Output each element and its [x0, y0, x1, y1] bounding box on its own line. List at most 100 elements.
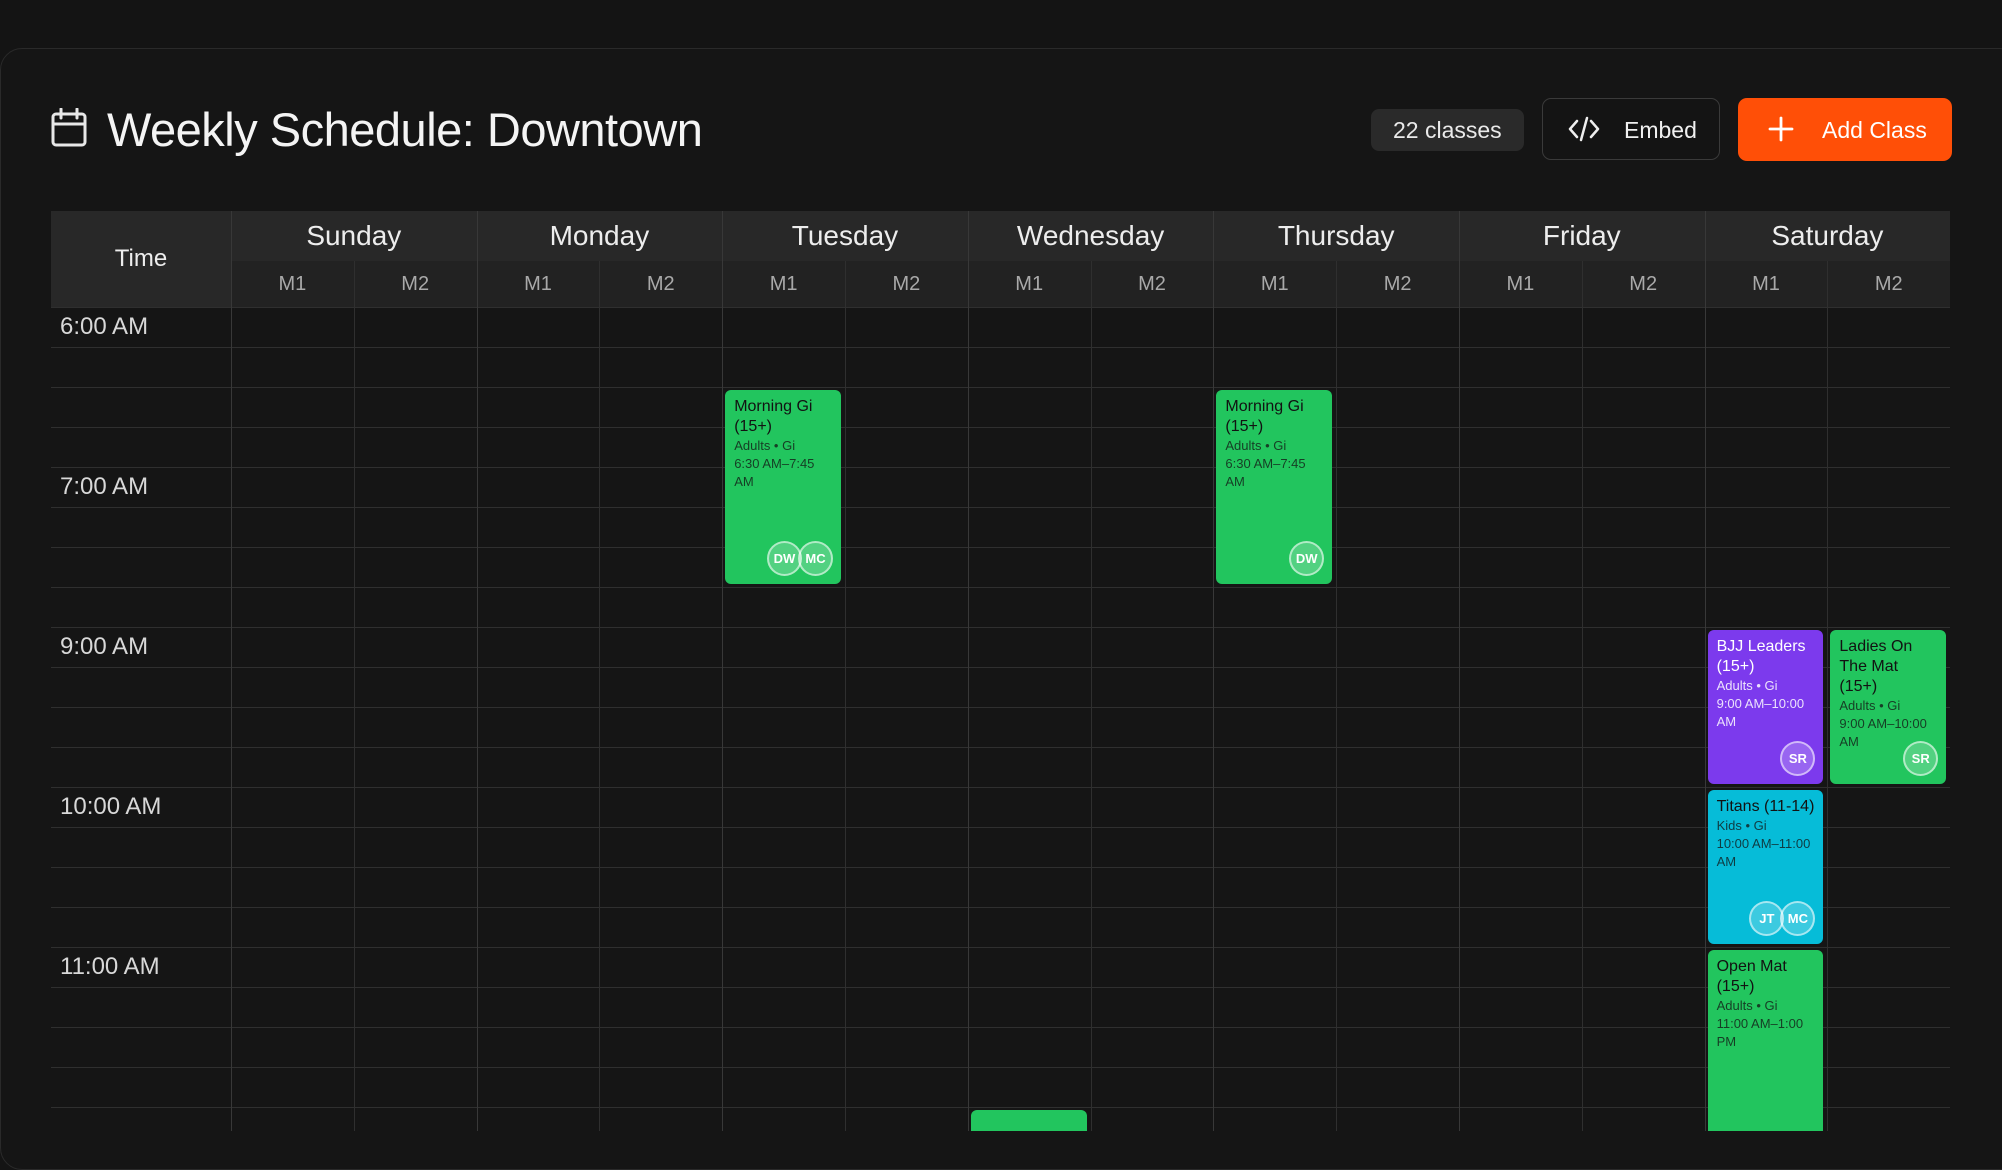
grid-col-line [231, 211, 232, 1131]
grid-row-line [51, 547, 1950, 548]
mat-header: M2 [1336, 261, 1459, 307]
grid-col-line [1213, 211, 1214, 1131]
add-class-button-label: Add Class [1822, 117, 1927, 143]
embed-button[interactable]: Embed [1542, 98, 1720, 160]
class-meta: Kids • Gi [1716, 818, 1767, 833]
mat-header: M2 [1581, 261, 1705, 307]
class-title: BJJ Leaders (15+) [1716, 638, 1806, 675]
class-title: Morning Gi (15+) [734, 398, 813, 435]
add-class-button[interactable]: Add Class [1738, 98, 1952, 161]
class-event-titans-11-14[interactable]: Titans (11-14) Kids • Gi 10:00 AM–11:00 AM… [1707, 790, 1824, 944]
instructor-avatars: DW [1289, 541, 1325, 577]
class-title: Titans (11-14) [1716, 798, 1815, 815]
class-time: 6:30 AM–7:45 AM [1225, 456, 1306, 489]
grid-row-line [51, 467, 1950, 468]
class-event-partial[interactable] [970, 1110, 1087, 1131]
class-time: 10:00 AM–11:00 AM [1716, 836, 1811, 869]
grid-row-line [51, 1027, 1950, 1028]
grid-col-line [1091, 261, 1092, 1131]
day-header-tuesday: Tuesday [791, 220, 899, 251]
mat-header: M2 [1090, 261, 1214, 307]
day-header-monday: Monday [549, 220, 650, 251]
instructor-avatar[interactable]: DW [1289, 541, 1325, 576]
grid-row-line [51, 987, 1950, 988]
grid-row-line [51, 787, 1950, 788]
grid-col-line [1705, 211, 1706, 1131]
grid-row-line [51, 707, 1950, 708]
time-column-header: Time [114, 245, 168, 272]
mat-header: M2 [845, 261, 968, 307]
class-meta: Adults • Gi [734, 438, 796, 453]
instructor-avatar[interactable]: MC [1780, 901, 1816, 936]
instructor-avatar[interactable]: SR [1903, 741, 1939, 776]
grid-row-line [51, 627, 1950, 628]
grid-col-line [845, 261, 846, 1131]
grid-col-line [722, 211, 723, 1131]
class-meta: Adults • Gi [1716, 678, 1778, 693]
class-event-bjj-leaders-15[interactable]: BJJ Leaders (15+) Adults • Gi 9:00 AM–10:0… [1707, 630, 1824, 784]
instructor-avatars: SR [1780, 741, 1816, 777]
class-count-badge: 22 classes [1371, 109, 1524, 151]
embed-button-label: Embed [1624, 117, 1697, 143]
day-header-thursday: Thursday [1277, 220, 1395, 251]
instructor-avatar[interactable]: SR [1780, 741, 1816, 776]
mat-header: M2 [353, 261, 477, 307]
time-label: 6:00 AM [60, 313, 149, 340]
grid-row-line [51, 587, 1950, 588]
class-time: 6:30 AM–7:45 AM [734, 456, 815, 489]
grid-row-line [51, 387, 1950, 388]
grid-col-line [477, 211, 478, 1131]
schedule-grid: Time Sunday M1 M2 Monday M1 M2 Tuesday M1 M2 Wedn… [51, 211, 1950, 1131]
code-icon [1568, 116, 1600, 142]
class-meta: Adults • Gi [1839, 698, 1901, 713]
grid-row-line [51, 907, 1950, 908]
class-title: Ladies On The Mat (15+) [1839, 638, 1913, 695]
grid-row-line [51, 427, 1950, 428]
class-time: 11:00 AM–1:00 PM [1716, 1016, 1804, 1049]
class-meta: Adults • Gi [1716, 998, 1778, 1013]
grid-col-line [599, 261, 600, 1131]
grid-col-line [968, 211, 969, 1131]
grid-row-line [51, 1107, 1950, 1108]
mat-header: M1 [231, 261, 354, 307]
grid-row-line [51, 747, 1950, 748]
grid-col-line [1336, 261, 1337, 1131]
time-label: 9:00 AM [60, 633, 149, 660]
grid-row-line [51, 947, 1950, 948]
day-header-sunday: Sunday [306, 220, 402, 251]
day-header-friday: Friday [1542, 220, 1621, 251]
class-title: Open Mat (15+) [1716, 958, 1787, 995]
grid-row-line [51, 347, 1950, 348]
class-event-morning-gi-15[interactable]: Morning Gi (15+) Adults • Gi 6:30 AM–7:45 … [725, 390, 841, 584]
grid-col-line [1582, 261, 1583, 1131]
calendar-icon [51, 108, 87, 147]
grid-col-line [1459, 211, 1460, 1131]
class-title: Morning Gi (15+) [1225, 398, 1304, 435]
time-label: 7:00 AM [60, 473, 149, 500]
mat-header: M2 [599, 261, 723, 307]
mat-header: M1 [1213, 261, 1337, 307]
page-title: Weekly Schedule: Downtown [107, 103, 703, 156]
mat-header: M1 [1704, 261, 1828, 307]
grid-row-line [51, 307, 1950, 308]
mat-header: M2 [1827, 261, 1950, 307]
instructor-avatar[interactable]: DW [766, 541, 802, 576]
instructor-avatars: JT MC [1749, 901, 1816, 937]
instructor-avatars: DW MC [766, 541, 833, 577]
class-event-morning-gi-15[interactable]: Morning Gi (15+) Adults • Gi 6:30 AM–7:45 … [1216, 390, 1333, 584]
time-label: 11:00 AM [60, 953, 160, 980]
mat-header: M1 [967, 261, 1091, 307]
instructor-avatar[interactable]: JT [1749, 901, 1785, 936]
day-header-saturday: Saturday [1771, 220, 1884, 251]
class-time: 9:00 AM–10:00 AM [1716, 696, 1805, 729]
class-event-ladies-on-the-mat-15[interactable]: Ladies On The Mat (15+) Adults • Gi 9:00 A… [1830, 630, 1947, 784]
class-event-open-mat-15[interactable]: Open Mat (15+) Adults • Gi 11:00 AM–1:00 P… [1707, 950, 1824, 1131]
class-meta: Adults • Gi [1225, 438, 1287, 453]
plus-icon [1768, 116, 1794, 142]
grid-col-line [1827, 261, 1828, 1131]
mat-header: M1 [476, 261, 600, 307]
instructor-avatar[interactable]: MC [797, 541, 833, 576]
grid-row-line [51, 667, 1950, 668]
grid-row-line [51, 867, 1950, 868]
time-label: 10:00 AM [60, 793, 162, 820]
